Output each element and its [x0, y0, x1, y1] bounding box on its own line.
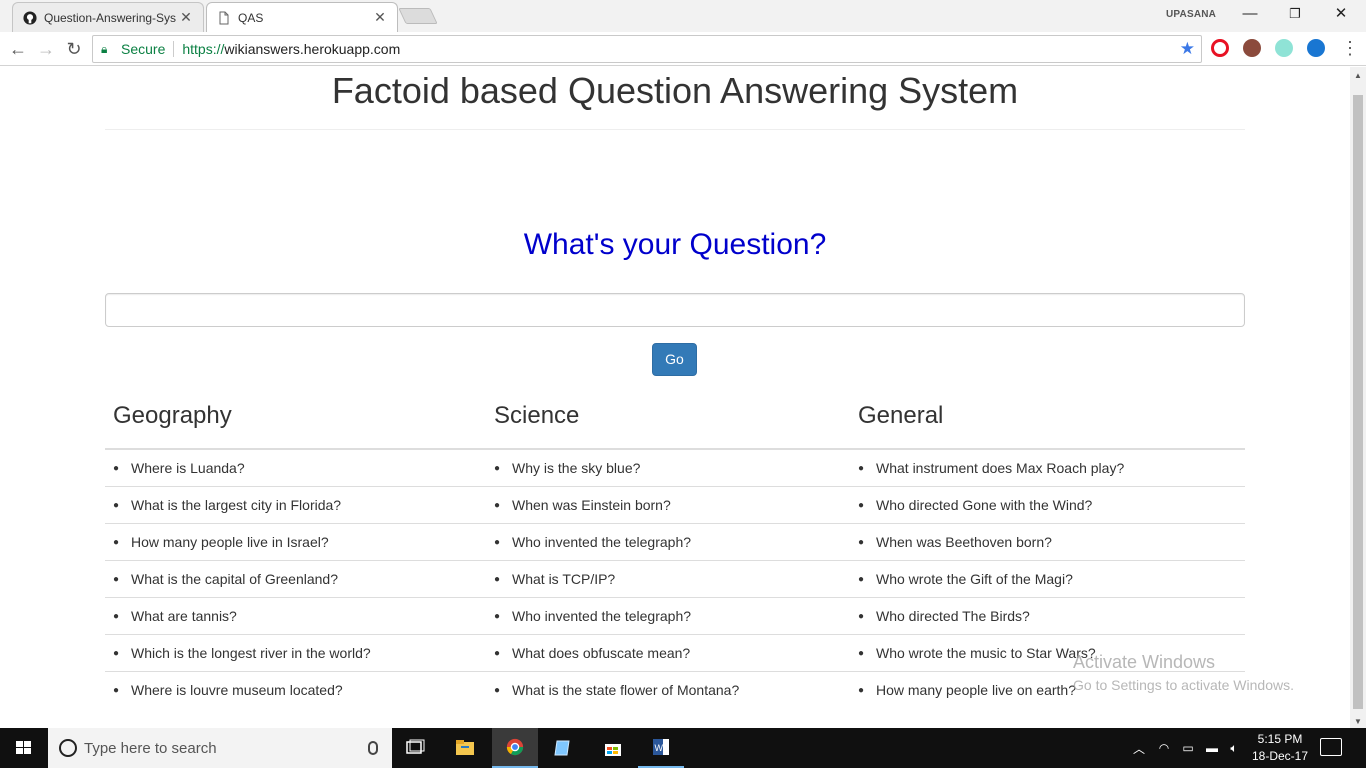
profile-name[interactable]: UPASANA [1166, 9, 1216, 20]
vertical-scrollbar[interactable]: ▲ ▼ [1350, 67, 1366, 728]
page-icon [219, 11, 229, 24]
tab-github[interactable]: Question-Answering-Sys ✕ [12, 2, 204, 32]
forward-arrow-icon[interactable]: → [34, 37, 58, 61]
github-icon [23, 10, 37, 25]
volume-icon[interactable]: 🔈︎ [1224, 728, 1244, 768]
list-item[interactable]: ● Where is Luanda? [105, 449, 486, 486]
watermark-title: Activate Windows [1073, 652, 1216, 672]
category-science: Science ● Why is the sky blue? ● When was … [486, 399, 850, 708]
extension-icon[interactable] [1243, 39, 1261, 57]
page-title: Factoid based Question Answering System [331, 70, 1019, 111]
tab-label: QAS [238, 10, 264, 25]
category-heading: Science [494, 402, 580, 429]
tab-qas[interactable]: QAS ✕ [206, 2, 398, 32]
browser-tab-strip: Question-Answering-Sys ✕ QAS ✕ UPASANA —… [0, 0, 1366, 32]
opera-extension-icon[interactable] [1211, 39, 1229, 57]
list-item[interactable]: ● When was Beethoven born? [850, 523, 1245, 560]
browser-menu-icon[interactable]: ⋮ [1340, 38, 1360, 58]
list-item[interactable]: ● What is the state flower of Montana? [486, 671, 850, 708]
secure-label: Secure [121, 41, 166, 57]
list-item[interactable]: ● Who invented the telegraph? [486, 597, 850, 634]
list-item[interactable]: ● What is the largest city in Florida? [105, 486, 486, 523]
notepad-icon[interactable] [540, 728, 586, 768]
start-button[interactable] [0, 728, 48, 768]
list-item[interactable]: ● Why is the sky blue? [486, 449, 850, 486]
clock-time: 5:15 PM [1257, 732, 1303, 746]
taskbar-clock[interactable]: 5:15 PM 18-Dec-17 [1246, 731, 1314, 765]
watermark-subtitle: Go to Settings to activate Windows. [1073, 677, 1294, 693]
close-icon[interactable]: ✕ [373, 9, 387, 26]
extension-icon[interactable] [1275, 39, 1293, 57]
microphone-icon[interactable] [368, 741, 378, 755]
bookmark-star-icon[interactable]: ★ [1180, 39, 1195, 59]
battery-icon[interactable]: ▭ [1178, 728, 1198, 768]
go-button[interactable]: Go [652, 343, 697, 376]
question-heading: What's your Question? [523, 228, 827, 261]
svg-text:W: W [655, 743, 664, 753]
new-tab-button[interactable] [398, 8, 438, 24]
minimize-button[interactable]: — [1230, 4, 1270, 24]
title-divider [105, 129, 1245, 130]
restore-button[interactable]: ❐ [1275, 4, 1315, 24]
category-geography: Geography ● Where is Luanda? ● What is the… [105, 399, 486, 708]
list-item[interactable]: ● Who invented the telegraph? [486, 523, 850, 560]
chrome-icon[interactable] [492, 728, 538, 768]
question-input[interactable] [105, 293, 1245, 327]
lock-icon: 🔒︎ [101, 41, 108, 56]
list-item[interactable]: ● Who directed The Birds? [850, 597, 1245, 634]
back-arrow-icon[interactable]: ← [6, 37, 30, 61]
list-item[interactable]: ● Where is louvre museum located? [105, 671, 486, 708]
divider [173, 41, 175, 57]
list-item[interactable]: ● How many people live in Israel? [105, 523, 486, 560]
action-center-icon[interactable] [1320, 738, 1342, 756]
category-heading: General [858, 402, 944, 429]
clock-date: 18-Dec-17 [1251, 749, 1309, 763]
page-viewport: Factoid based Question Answering System … [0, 67, 1350, 728]
url-text[interactable]: https://wikianswers.herokuapp.com [182, 41, 400, 57]
close-icon[interactable]: ✕ [179, 9, 193, 26]
store-icon[interactable] [590, 728, 636, 768]
task-view-icon[interactable] [392, 728, 438, 768]
list-item[interactable]: ● When was Einstein born? [486, 486, 850, 523]
scroll-up-arrow-icon[interactable]: ▲ [1354, 71, 1362, 80]
list-item[interactable]: ● What is TCP/IP? [486, 560, 850, 597]
reload-icon[interactable]: ↻ [62, 37, 86, 61]
windows-logo-icon [16, 741, 32, 755]
taskbar-search[interactable]: Type here to search [48, 728, 392, 768]
activate-windows-watermark: Activate Windows Go to Settings to activ… [1073, 652, 1294, 693]
chevron-up-icon[interactable]: ︿ [1130, 728, 1148, 768]
word-icon[interactable]: W [638, 728, 684, 768]
search-placeholder: Type here to search [84, 739, 217, 757]
list-item[interactable]: ● What does obfuscate mean? [486, 634, 850, 671]
wifi-icon[interactable]: ◠ [1154, 728, 1174, 768]
list-item[interactable]: ● Which is the longest river in the world… [105, 634, 486, 671]
category-heading: Geography [113, 402, 232, 429]
tab-label: Question-Answering-Sys [44, 10, 177, 25]
list-item[interactable]: ● What instrument does Max Roach play? [850, 449, 1245, 486]
scroll-down-arrow-icon[interactable]: ▼ [1354, 717, 1362, 726]
windows-taskbar: Type here to search W ︿ ◠ ▭ ▬ 🔈︎ 5:15 PM… [0, 728, 1366, 768]
list-item[interactable]: ● Who wrote the Gift of the Magi? [850, 560, 1245, 597]
list-item[interactable]: ● What are tannis? [105, 597, 486, 634]
scrollbar-thumb[interactable] [1353, 95, 1363, 709]
browser-toolbar: ← → ↻ 🔒︎ Secure https://wikianswers.hero… [0, 32, 1366, 66]
cortana-icon [59, 739, 77, 757]
network-icon[interactable]: ▬ [1202, 728, 1222, 768]
close-window-button[interactable]: ✕ [1321, 4, 1361, 24]
list-item[interactable]: ● Who directed Gone with the Wind? [850, 486, 1245, 523]
list-item[interactable]: ● What is the capital of Greenland? [105, 560, 486, 597]
address-bar[interactable]: 🔒︎ Secure https://wikianswers.herokuapp.… [92, 35, 1202, 63]
extension-icon[interactable] [1307, 39, 1325, 57]
file-explorer-icon[interactable] [442, 728, 488, 768]
